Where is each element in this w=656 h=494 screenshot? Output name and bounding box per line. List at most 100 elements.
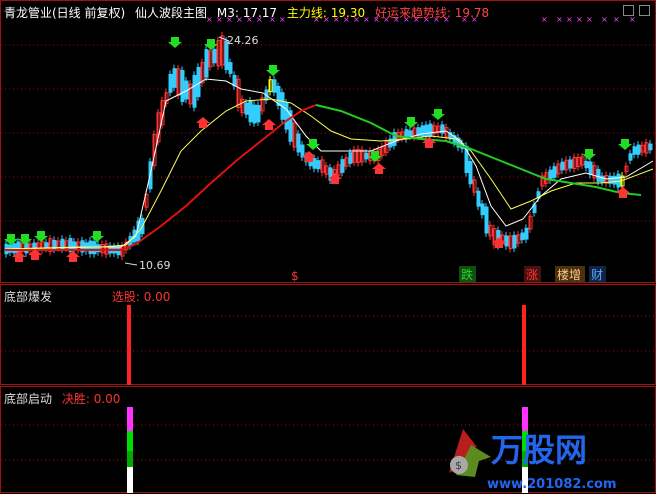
candle-body bbox=[272, 79, 277, 93]
candle-body bbox=[636, 144, 641, 155]
signal-marker: × bbox=[256, 15, 263, 24]
watermark-logo: $ bbox=[449, 429, 491, 477]
high-price-label: 24.26 bbox=[227, 34, 259, 47]
signal-bar bbox=[127, 305, 131, 385]
signal-marker: × bbox=[323, 15, 330, 24]
signal-marker: × bbox=[556, 15, 563, 24]
signal-marker: × bbox=[246, 15, 253, 24]
candle-body bbox=[632, 146, 637, 155]
signal-marker: × bbox=[433, 15, 440, 24]
signal-marker: × bbox=[236, 15, 243, 24]
candle-body bbox=[168, 73, 173, 93]
candle-body bbox=[364, 152, 369, 160]
candle-body bbox=[228, 62, 233, 74]
price-chart: × × × × × × × × × × × × × × × × × × × × × × × × × × × × × × × ×24.2610.… bbox=[1, 15, 656, 283]
candle-body bbox=[300, 144, 305, 158]
bottom-start-panel[interactable]: 底部启动 决胜: 0.00 $ 万股网 www.201082.com bbox=[0, 386, 656, 493]
candle-body bbox=[204, 49, 209, 78]
bottom-start-chart: $ 万股网 www.201082.com bbox=[1, 407, 656, 493]
up-arrow-icon bbox=[372, 163, 386, 174]
down-arrow-icon bbox=[431, 109, 445, 120]
up-arrow-icon bbox=[196, 117, 210, 128]
candle-body bbox=[560, 161, 565, 171]
signal-marker: × bbox=[461, 15, 468, 24]
candle-body bbox=[600, 175, 605, 183]
signal-marker: × bbox=[333, 15, 340, 24]
candle-body bbox=[428, 123, 433, 137]
signal-marker: × bbox=[343, 15, 350, 24]
candle-body bbox=[196, 66, 201, 98]
candle-body bbox=[256, 104, 261, 123]
candle-body bbox=[32, 242, 37, 251]
signal-marker: × bbox=[269, 15, 276, 24]
bottom-burst-chart bbox=[1, 305, 656, 385]
watermark-url: www.201082.com bbox=[487, 477, 617, 492]
candle-body bbox=[172, 68, 177, 88]
candle-body bbox=[424, 124, 429, 137]
candle-body bbox=[628, 153, 633, 161]
low-price-label: 10.69 bbox=[139, 259, 171, 272]
candle-body bbox=[244, 102, 249, 115]
candle-body bbox=[548, 169, 553, 181]
signal-marker: × bbox=[206, 15, 213, 24]
down-arrow-icon bbox=[168, 37, 182, 48]
candle-body bbox=[316, 160, 321, 170]
candle-body bbox=[192, 74, 197, 108]
candle-body bbox=[180, 69, 185, 103]
signal-marker: × bbox=[423, 15, 430, 24]
candle-body bbox=[44, 242, 49, 249]
signal-marker: × bbox=[279, 15, 286, 24]
candle-body bbox=[92, 241, 97, 255]
signal-marker: × bbox=[629, 15, 636, 24]
bottom-burst-panel[interactable]: 底部爆发 选股: 0.00 bbox=[0, 284, 656, 385]
candle-body bbox=[504, 235, 509, 247]
candle-body bbox=[408, 130, 413, 137]
signal-marker: × bbox=[443, 15, 450, 24]
event-tag: $ bbox=[291, 269, 299, 283]
signal-marker: × bbox=[383, 15, 390, 24]
candle-body bbox=[596, 168, 601, 182]
down-arrow-icon bbox=[90, 231, 104, 242]
candle-body bbox=[588, 161, 593, 175]
candle-body bbox=[484, 206, 489, 234]
candle-body bbox=[340, 159, 345, 173]
down-arrow-icon bbox=[266, 65, 280, 76]
candle-body bbox=[212, 48, 217, 64]
signal-marker: × bbox=[373, 15, 380, 24]
signal-marker: × bbox=[313, 15, 320, 24]
candle-body bbox=[468, 161, 473, 185]
signal-marker: × bbox=[566, 15, 573, 24]
candle-body bbox=[248, 100, 253, 123]
signal-column-1 bbox=[127, 407, 133, 493]
signal-marker: × bbox=[413, 15, 420, 24]
signal-marker: × bbox=[576, 15, 583, 24]
signal-marker: × bbox=[601, 15, 608, 24]
down-arrow-icon bbox=[618, 139, 632, 150]
up-arrow-icon bbox=[262, 119, 276, 130]
signal-marker: × bbox=[586, 15, 593, 24]
signal-marker: × bbox=[613, 15, 620, 24]
main-chart-panel[interactable]: 青龙管业(日线 前复权) 仙人波段主图 M3: 17.17 主力线: 19.30… bbox=[0, 0, 656, 283]
signal-marker: × bbox=[226, 15, 233, 24]
candle-body bbox=[232, 74, 237, 87]
candle-body bbox=[568, 159, 573, 169]
candle-body bbox=[616, 173, 621, 188]
candle-body bbox=[348, 152, 353, 164]
candle-body bbox=[476, 190, 481, 207]
event-tag: 财 bbox=[591, 268, 603, 282]
candle-body bbox=[312, 157, 317, 169]
candle-body bbox=[252, 104, 257, 124]
event-tag: 楼增 bbox=[557, 267, 581, 282]
ma-short-line bbox=[4, 78, 654, 250]
candle-body bbox=[520, 232, 525, 241]
candle-body bbox=[584, 161, 589, 169]
svg-text:$: $ bbox=[455, 459, 462, 472]
signal-marker: × bbox=[541, 15, 548, 24]
signal-marker: × bbox=[471, 15, 478, 24]
candle-body bbox=[420, 125, 425, 137]
candle-body bbox=[612, 175, 617, 185]
candle-body bbox=[512, 234, 517, 249]
signal-bar bbox=[522, 305, 526, 385]
candle-body bbox=[296, 133, 301, 153]
signal-marker: × bbox=[393, 15, 400, 24]
